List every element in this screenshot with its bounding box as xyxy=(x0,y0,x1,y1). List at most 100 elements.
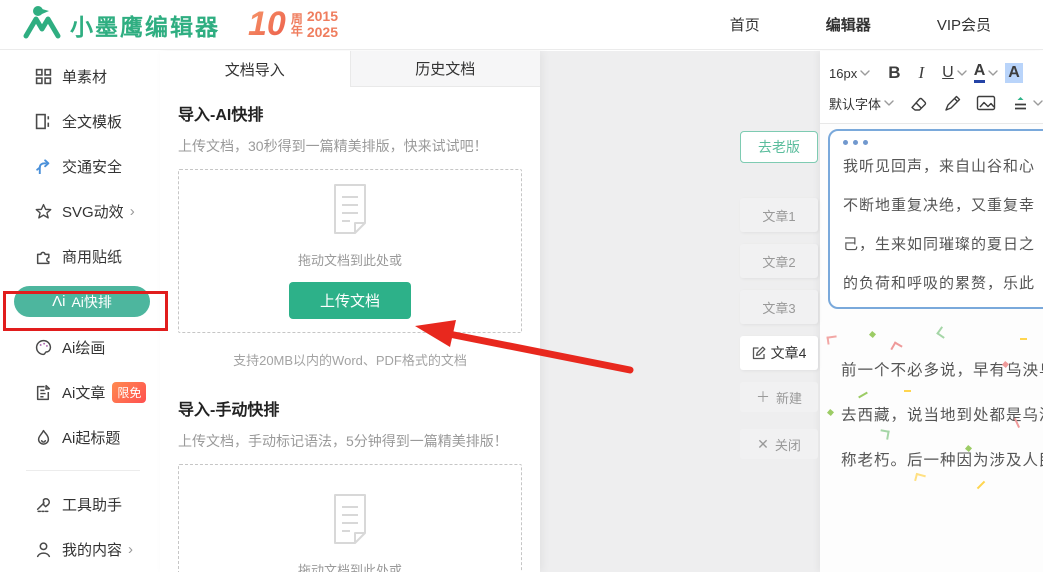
chevron-down-icon xyxy=(884,100,894,106)
editor-text-line: 我听见回声，来自山谷和心 xyxy=(843,158,1036,175)
confetti-decoration xyxy=(826,335,838,345)
sidebar-item-ai-title[interactable]: Ai起标题 xyxy=(0,422,160,452)
sidebar-item-label: Ai起标题 xyxy=(62,429,121,447)
sidebar-divider xyxy=(26,470,140,471)
font-size-dropdown[interactable]: 16px xyxy=(829,66,870,81)
editor-text-line: 己，生来如同璀璨的夏日之 xyxy=(843,236,1036,253)
left-sidebar: 单素材 全文模板 交通安全 SVG动效 › 商用贴纸 Λi Ai快排 Ai绘画 … xyxy=(0,51,168,572)
nav-home[interactable]: 首页 xyxy=(730,14,760,35)
sidebar-item-label: 我的内容 xyxy=(62,541,123,559)
manual-import-section-subtitle: 上传文档，手动标记语法，5分钟得到一篇精美排版！ xyxy=(178,433,508,449)
close-button-label: 关闭 xyxy=(774,437,801,453)
palette-icon xyxy=(33,337,53,357)
sidebar-item-commercial-stickers[interactable]: 商用贴纸 xyxy=(0,241,160,271)
import-panel: 文档导入 历史文档 导入-AI快排 上传文档，30秒得到一篇精美排版，快来试试吧… xyxy=(160,51,540,572)
editor-content-area[interactable]: 我听见回声，来自山谷和心 不断地重复决绝，又重复幸 己，生来如同璀璨的夏日之 的… xyxy=(820,124,1043,572)
plus-icon: ＋ xyxy=(755,389,770,405)
anniversary-year-start: 2015 xyxy=(306,8,338,25)
brand-logo[interactable]: 小墨鹰编辑器 xyxy=(22,4,220,45)
editor-text-line: 称老朽。后一种因为涉及人民币 xyxy=(841,452,1043,469)
chevron-down-icon xyxy=(1033,100,1043,106)
editor-text-line: 的负荷和呼吸的累赘，乐此 xyxy=(843,275,1036,292)
nav-editor[interactable]: 编辑器 xyxy=(826,14,871,35)
document-icon xyxy=(328,183,372,240)
brand-name: 小墨鹰编辑器 xyxy=(70,13,220,40)
drop-hint-text: 拖动文档到此处或 xyxy=(297,563,402,572)
file-tab-label: 文章4 xyxy=(770,345,807,361)
traffic-arrow-icon xyxy=(33,156,53,176)
top-header: 小墨鹰编辑器 10 周 年 2015 2025 首页 编辑器 VIP会员 xyxy=(0,0,1043,50)
sidebar-item-ai-article[interactable]: Ai文章 限免 xyxy=(0,377,160,407)
sidebar-item-label: Ai快排 xyxy=(71,293,112,310)
highlight-color-button[interactable]: A xyxy=(1005,63,1023,83)
close-document-button[interactable]: ✕ 关闭 xyxy=(740,429,818,459)
editor-panel: 16px B I U A A 默认字体 我听见回声，来自山谷和心 不断地重复决绝… xyxy=(820,51,1043,572)
sidebar-item-single-material[interactable]: 单素材 xyxy=(0,61,160,91)
sidebar-item-traffic-safety[interactable]: 交通安全 xyxy=(0,151,160,181)
confetti-decoration xyxy=(868,330,877,339)
anniversary-number: 10 xyxy=(248,5,286,43)
main-nav: 首页 编辑器 VIP会员 xyxy=(730,14,1043,35)
document-icon xyxy=(328,493,372,550)
sidebar-item-label: SVG动效 xyxy=(62,203,124,221)
bold-button[interactable]: B xyxy=(888,63,900,83)
format-painter-icon[interactable] xyxy=(943,94,962,113)
nav-vip[interactable]: VIP会员 xyxy=(937,14,991,35)
content-block-2[interactable]: 前一个不必多说，早有乌泱乌 去西藏，说当地到处都是乌泱乌 称老朽。后一种因为涉及… xyxy=(841,348,1043,483)
line-height-dropdown[interactable] xyxy=(1011,94,1043,113)
editor-text-line: 不断地重复决绝，又重复幸 xyxy=(843,197,1036,214)
tab-document-import[interactable]: 文档导入 xyxy=(160,51,350,87)
file-tab-article4[interactable]: 文章4 xyxy=(740,336,818,370)
manual-import-section-title: 导入-手动快排 xyxy=(178,402,280,419)
file-tab-article1[interactable]: 文章1 xyxy=(740,198,818,232)
block-handle-dots-icon xyxy=(843,140,1043,145)
sidebar-item-label: 工具助手 xyxy=(62,496,123,514)
sidebar-item-ai-painting[interactable]: Ai绘画 xyxy=(0,332,160,362)
font-color-dropdown[interactable]: A xyxy=(973,62,999,83)
free-limited-badge: 限免 xyxy=(112,381,147,403)
font-family-dropdown[interactable]: 默认字体 xyxy=(829,94,894,113)
sidebar-item-label: Ai文章 xyxy=(62,384,106,402)
new-button-label: 新建 xyxy=(775,390,802,406)
sidebar-item-label: 交通安全 xyxy=(62,158,123,176)
new-document-button[interactable]: ＋ 新建 xyxy=(740,382,818,412)
edit-icon xyxy=(752,346,766,360)
chevron-down-icon xyxy=(957,70,967,76)
old-version-button[interactable]: 去老版 xyxy=(740,131,818,163)
selected-content-block[interactable]: 我听见回声，来自山谷和心 不断地重复决绝，又重复幸 己，生来如同璀璨的夏日之 的… xyxy=(828,129,1043,309)
drop-hint-text: 拖动文档到此处或 xyxy=(297,253,402,268)
file-tab-article2[interactable]: 文章2 xyxy=(740,244,818,278)
puzzle-icon xyxy=(33,246,53,266)
file-tab-article3[interactable]: 文章3 xyxy=(740,290,818,324)
import-tab-bar: 文档导入 历史文档 xyxy=(160,51,540,87)
ai-logo-icon: Λi xyxy=(52,293,66,310)
italic-button[interactable]: I xyxy=(918,63,924,83)
editor-text-line: 前一个不必多说，早有乌泱乌 xyxy=(841,362,1043,379)
sidebar-item-ai-quick-layout[interactable]: Λi Ai快排 xyxy=(14,286,150,317)
anniversary-badge: 10 周 年 2015 2025 xyxy=(248,5,338,44)
sidebar-item-label: 全文模板 xyxy=(62,113,123,131)
editor-text-line: 去西藏，说当地到处都是乌泱乌 xyxy=(841,407,1043,424)
ai-upload-dropzone[interactable]: 拖动文档到此处或 上传文档 xyxy=(178,169,522,333)
sidebar-item-svg-animation[interactable]: SVG动效 › xyxy=(0,196,160,226)
sidebar-item-tool-assistant[interactable]: 工具助手 xyxy=(0,489,160,519)
tools-icon xyxy=(33,494,53,514)
article-icon xyxy=(33,382,53,402)
flame-icon xyxy=(33,427,53,447)
chevron-down-icon xyxy=(988,70,998,76)
chevron-right-icon: › xyxy=(129,202,135,220)
ai-import-section-subtitle: 上传文档，30秒得到一篇精美排版，快来试试吧！ xyxy=(178,138,488,154)
sidebar-item-label: 商用贴纸 xyxy=(62,248,123,266)
grid-icon xyxy=(33,66,53,86)
sidebar-item-fulltext-template[interactable]: 全文模板 xyxy=(0,106,160,136)
image-icon[interactable] xyxy=(976,94,996,112)
underline-dropdown[interactable]: U xyxy=(942,64,967,82)
manual-upload-dropzone[interactable]: 拖动文档到此处或 上传文档 xyxy=(178,464,522,572)
confetti-decoration xyxy=(936,326,949,339)
upload-document-button[interactable]: 上传文档 xyxy=(289,282,411,319)
sidebar-item-my-content[interactable]: 我的内容 › xyxy=(0,534,160,564)
workspace: 单素材 全文模板 交通安全 SVG动效 › 商用贴纸 Λi Ai快排 Ai绘画 … xyxy=(0,51,1043,572)
chevron-down-icon xyxy=(860,70,870,76)
tab-history-documents[interactable]: 历史文档 xyxy=(349,51,540,87)
eraser-icon[interactable] xyxy=(909,94,928,113)
